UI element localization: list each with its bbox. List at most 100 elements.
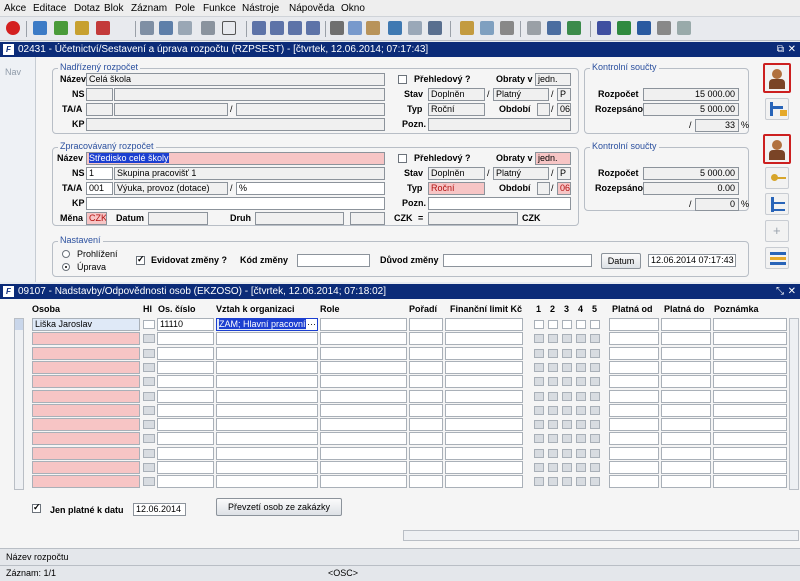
cell-hl[interactable] — [143, 463, 155, 472]
currency-field[interactable]: CZK — [86, 212, 107, 225]
cell-1[interactable] — [534, 348, 544, 358]
menu-pole[interactable]: Pole — [175, 3, 195, 14]
current-allocated-field[interactable]: 0.00 — [643, 182, 739, 195]
current-taa-pct-field[interactable]: % — [236, 182, 385, 195]
cell-platna-do[interactable] — [661, 346, 711, 360]
cell-poznamka[interactable] — [713, 346, 787, 360]
cell-vztah[interactable] — [216, 475, 318, 489]
cell-5[interactable] — [590, 434, 600, 444]
cell-vztah[interactable]: ZAM; Hlavní pracovní ··· — [216, 318, 318, 331]
current-overview-checkbox[interactable] — [398, 154, 407, 163]
info-icon[interactable] — [677, 21, 691, 35]
cell-5[interactable] — [590, 348, 600, 358]
cell-4[interactable] — [576, 463, 586, 472]
current-period2-field[interactable]: 06 — [557, 182, 571, 195]
cell-hl[interactable] — [143, 334, 155, 344]
current-turnover-field[interactable]: jedn. — [535, 152, 571, 165]
cell-2[interactable] — [548, 477, 558, 487]
parent-taa-name-field[interactable] — [114, 103, 228, 116]
cell-hl[interactable] — [143, 377, 155, 387]
restore-icon[interactable]: ⧉ — [777, 42, 784, 57]
parent-name-field[interactable]: Celá škola — [86, 73, 385, 86]
horizontal-scrollbar[interactable] — [403, 530, 799, 541]
cell-poradi[interactable] — [409, 332, 443, 346]
cell-hl[interactable] — [143, 362, 155, 372]
cell-2[interactable] — [548, 448, 558, 458]
cell-2[interactable] — [548, 334, 558, 344]
cell-role[interactable] — [320, 332, 407, 346]
cell-2[interactable] — [548, 320, 558, 329]
cell-hl[interactable] — [143, 348, 155, 358]
commit-icon[interactable] — [54, 21, 68, 35]
cell-vztah[interactable] — [216, 360, 318, 374]
menu-funkce[interactable]: Funkce — [203, 3, 236, 14]
more-button[interactable]: ··· — [306, 319, 317, 330]
cell-platna-od[interactable] — [609, 418, 659, 432]
current-taa-name-field[interactable]: Výuka, provoz (dotace) — [114, 182, 228, 195]
cell-poznamka[interactable] — [713, 360, 787, 374]
cell-os-cislo[interactable] — [157, 389, 214, 403]
sum-icon[interactable] — [597, 21, 611, 35]
converted-field[interactable] — [428, 212, 518, 225]
menu-akce[interactable]: Akce — [4, 3, 26, 14]
cell-4[interactable] — [576, 362, 586, 372]
parent-period2-field[interactable]: 06 — [557, 103, 571, 116]
last-record-icon[interactable] — [306, 21, 320, 35]
cell-limit[interactable] — [445, 360, 523, 374]
cell-3[interactable] — [562, 320, 572, 329]
cell-poradi[interactable] — [409, 461, 443, 474]
cell-os-cislo[interactable] — [157, 403, 214, 417]
menu-blok[interactable]: Blok — [104, 3, 123, 14]
parent-type-field[interactable]: Roční — [428, 103, 485, 116]
cell-3[interactable] — [562, 405, 572, 415]
current-budget-sum-field[interactable]: 5 000.00 — [643, 167, 739, 180]
execute-query-icon[interactable] — [159, 21, 173, 35]
cell-2[interactable] — [548, 463, 558, 472]
cell-5[interactable] — [590, 463, 600, 472]
cell-osoba[interactable] — [32, 461, 140, 474]
cell-3[interactable] — [562, 448, 572, 458]
cell-platna-do[interactable] — [661, 446, 711, 460]
cell-platna-do[interactable] — [661, 375, 711, 389]
cell-1[interactable] — [534, 420, 544, 430]
kind-field[interactable] — [255, 212, 344, 225]
cell-osoba[interactable] — [32, 446, 140, 460]
cell-2[interactable] — [548, 434, 558, 444]
cell-limit[interactable] — [445, 461, 523, 474]
radio-edit[interactable] — [62, 263, 70, 271]
cell-osoba[interactable] — [32, 346, 140, 360]
parent-overview-checkbox[interactable] — [398, 75, 407, 84]
cell-1[interactable] — [534, 405, 544, 415]
cell-limit[interactable] — [445, 389, 523, 403]
cell-role[interactable] — [320, 418, 407, 432]
cell-3[interactable] — [562, 377, 572, 387]
cell-platna-do[interactable] — [661, 432, 711, 446]
cancel-query-icon[interactable] — [178, 21, 192, 35]
cell-poradi[interactable] — [409, 318, 443, 331]
vertical-scrollbar[interactable] — [789, 318, 799, 490]
cell-1[interactable] — [534, 391, 544, 401]
cell-osoba[interactable] — [32, 403, 140, 417]
cell-poznamka[interactable] — [713, 446, 787, 460]
cell-poznamka[interactable] — [713, 403, 787, 417]
cell-platna-od[interactable] — [609, 375, 659, 389]
cell-limit[interactable] — [445, 318, 523, 331]
parent-allocated-field[interactable]: 5 000.00 — [643, 103, 739, 116]
import-persons-button[interactable]: Převzetí osob ze zakázky — [216, 498, 342, 516]
parent-pct-field[interactable]: 33 — [695, 119, 739, 132]
cell-5[interactable] — [590, 362, 600, 372]
cell-poradi[interactable] — [409, 446, 443, 460]
add-icon[interactable]: + — [765, 220, 789, 242]
cell-hl[interactable] — [143, 477, 155, 487]
menu-dotaz[interactable]: Dotaz — [74, 3, 100, 14]
cell-platna-od[interactable] — [609, 360, 659, 374]
menu-nastroje[interactable]: Nástroje — [242, 3, 279, 14]
hierarchy-icon[interactable] — [765, 193, 789, 215]
cell-2[interactable] — [548, 405, 558, 415]
cell-1[interactable] — [534, 448, 544, 458]
parent-budget-sum-field[interactable]: 15 000.00 — [643, 88, 739, 101]
cell-role[interactable] — [320, 432, 407, 446]
parent-status3-field[interactable]: P — [557, 88, 571, 101]
cell-role[interactable] — [320, 475, 407, 489]
next-record-icon[interactable] — [288, 21, 302, 35]
